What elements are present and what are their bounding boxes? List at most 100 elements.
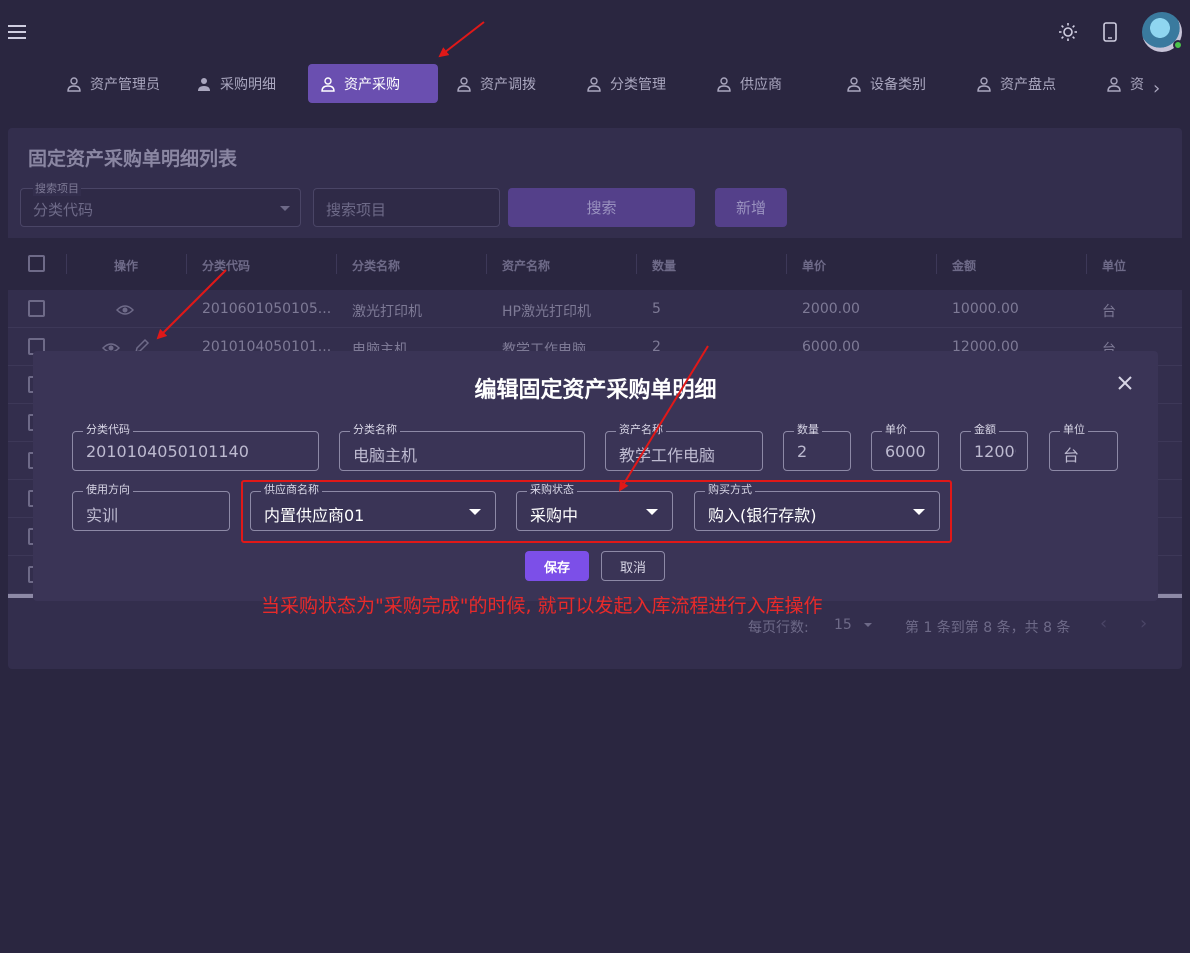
field-label: 分类名称 xyxy=(350,423,400,437)
usage-field[interactable]: 使用方向 实训 xyxy=(72,483,230,531)
tab-label: 资产管理员 xyxy=(90,76,160,93)
column-divider xyxy=(336,254,337,274)
cell-code: 2010601050105... xyxy=(202,301,332,317)
header-category[interactable]: 分类名称 xyxy=(352,257,400,274)
tab-asset-purchase[interactable]: 资产采购 xyxy=(308,64,438,103)
user-icon xyxy=(1107,76,1121,92)
search-input[interactable]: 搜索项目 xyxy=(313,188,500,227)
header-asset[interactable]: 资产名称 xyxy=(502,257,550,274)
online-status-dot xyxy=(1173,40,1183,50)
code-field[interactable]: 分类代码 2010104050101140 xyxy=(72,423,319,471)
field-label: 使用方向 xyxy=(83,483,133,497)
close-icon[interactable] xyxy=(1115,373,1135,393)
caret-down-icon xyxy=(864,623,873,627)
tab-asset-inventory[interactable]: 资产盘点 xyxy=(964,64,1068,103)
field-value: 采购中 xyxy=(530,506,579,525)
field-label: 数量 xyxy=(794,423,822,437)
field-label: 资产名称 xyxy=(616,423,666,437)
column-divider xyxy=(486,254,487,274)
view-icon[interactable] xyxy=(115,302,135,321)
caret-down-icon xyxy=(469,509,481,515)
category-field[interactable]: 分类名称 电脑主机 xyxy=(339,423,585,471)
field-label: 金额 xyxy=(971,423,999,437)
next-page-icon[interactable]: › xyxy=(1140,613,1147,634)
top-bar xyxy=(0,0,1190,62)
header-code[interactable]: 分类代码 xyxy=(202,257,250,274)
field-value: 2 xyxy=(797,442,808,461)
column-divider xyxy=(636,254,637,274)
cell-price: 2000.00 xyxy=(802,301,860,317)
field-label: 采购状态 xyxy=(527,483,577,497)
chevron-right-icon[interactable]: › xyxy=(1153,78,1160,99)
tab-purchase-detail[interactable]: 采购明细 xyxy=(184,64,288,103)
tab-supplier[interactable]: 供应商 xyxy=(704,64,794,103)
avatar[interactable] xyxy=(1142,12,1183,52)
caret-down-icon xyxy=(280,206,290,211)
header-actions: 操作 xyxy=(114,259,139,273)
field-label: 单位 xyxy=(1060,423,1088,437)
cancel-button[interactable]: 取消 xyxy=(601,551,665,581)
table-header: 操作 分类代码 分类名称 资产名称 数量 单价 金额 单位 xyxy=(8,238,1182,290)
menu-icon[interactable] xyxy=(8,25,26,39)
tab-category-manage[interactable]: 分类管理 xyxy=(574,64,678,103)
cell-category: 激光打印机 xyxy=(352,304,422,320)
rows-per-page-value: 15 xyxy=(834,617,852,633)
tab-label: 采购明细 xyxy=(220,76,276,93)
header-qty[interactable]: 数量 xyxy=(652,257,676,274)
new-button[interactable]: 新增 xyxy=(715,188,787,227)
user-icon xyxy=(847,76,861,92)
quantity-field[interactable]: 数量 2 xyxy=(783,423,851,471)
prev-page-icon[interactable]: ‹ xyxy=(1100,613,1107,634)
amount-field[interactable]: 金额 12000 xyxy=(960,423,1028,471)
theme-toggle-icon[interactable] xyxy=(1058,22,1078,42)
unit-field[interactable]: 单位 台 xyxy=(1049,423,1118,471)
field-label: 分类代码 xyxy=(83,423,133,437)
tab-more[interactable]: 资 xyxy=(1094,64,1146,103)
caret-down-icon xyxy=(646,509,658,515)
header-amount[interactable]: 金额 xyxy=(952,257,976,274)
row-checkbox[interactable] xyxy=(28,300,45,317)
pagination-range: 第 1 条到第 8 条，共 8 条 xyxy=(905,620,1071,636)
field-value: 2010104050101140 xyxy=(86,442,249,461)
field-label: 供应商名称 xyxy=(261,483,322,497)
cell-unit: 台 xyxy=(1102,304,1116,320)
save-button[interactable]: 保存 xyxy=(525,551,589,581)
page-title: 固定资产采购单明细列表 xyxy=(28,148,238,170)
tab-label: 资产调拨 xyxy=(480,76,536,93)
annotation-note: 当采购状态为"采购完成"的时候, 就可以发起入库流程进行入库操作 xyxy=(261,595,823,617)
cell-amount: 10000.00 xyxy=(952,301,1019,317)
field-value: 电脑主机 xyxy=(353,446,418,465)
field-value: 教学工作电脑 xyxy=(619,446,716,465)
rows-per-page-select[interactable]: 15 xyxy=(834,617,873,633)
column-divider xyxy=(1086,254,1087,274)
tab-label: 设备类别 xyxy=(870,76,926,93)
field-value: 实训 xyxy=(86,506,119,525)
rows-per-page-label: 每页行数: xyxy=(748,620,809,636)
price-field[interactable]: 单价 6000 xyxy=(871,423,939,471)
asset-name-field[interactable]: 资产名称 教学工作电脑 xyxy=(605,423,763,471)
header-unit[interactable]: 单位 xyxy=(1102,257,1126,274)
user-icon xyxy=(977,76,991,92)
user-icon xyxy=(717,76,731,92)
tab-device-type[interactable]: 设备类别 xyxy=(834,64,938,103)
purchase-status-select[interactable]: 采购状态 采购中 xyxy=(516,483,673,531)
tab-asset-transfer[interactable]: 资产调拨 xyxy=(444,64,548,103)
field-value: 台 xyxy=(1063,446,1080,465)
header-price[interactable]: 单价 xyxy=(802,257,826,274)
field-value: 购入(银行存款) xyxy=(708,506,817,525)
caret-down-icon xyxy=(913,509,925,515)
tab-label: 资产盘点 xyxy=(1000,76,1056,93)
purchase-method-select[interactable]: 购买方式 购入(银行存款) xyxy=(694,483,940,531)
select-all-checkbox[interactable] xyxy=(28,255,45,272)
field-value: 6000 xyxy=(885,442,926,461)
tab-asset-admin[interactable]: 资产管理员 xyxy=(54,64,172,103)
search-field-select[interactable]: 搜索项目 分类代码 xyxy=(20,180,301,227)
tab-label: 资 xyxy=(1130,76,1144,93)
cell-asset: HP激光打印机 xyxy=(502,304,591,320)
field-value: 12000 xyxy=(974,442,1016,461)
mobile-icon[interactable] xyxy=(1100,22,1120,42)
column-divider xyxy=(936,254,937,274)
search-button[interactable]: 搜索 xyxy=(508,188,695,227)
search-placeholder: 搜索项目 xyxy=(326,201,387,219)
supplier-select[interactable]: 供应商名称 内置供应商01 xyxy=(250,483,496,531)
